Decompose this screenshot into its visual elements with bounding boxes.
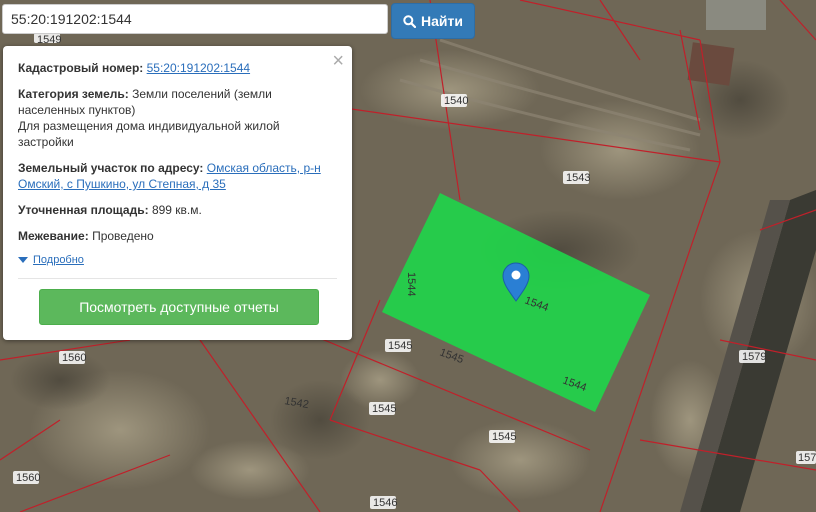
- svg-text:1579: 1579: [742, 351, 766, 363]
- svg-text:1560: 1560: [16, 472, 40, 484]
- parcel-info-popup: × Кадастровый номер: 55:20:191202:1544 К…: [3, 46, 352, 340]
- parcel-label-1579: 1579: [739, 350, 766, 363]
- cadastral-number-link[interactable]: 55:20:191202:1544: [147, 61, 250, 75]
- parcel-label-1545-a: 1545: [385, 339, 412, 352]
- search-input[interactable]: [2, 4, 388, 34]
- address-row: Земельный участок по адресу: Омская обла…: [18, 160, 337, 192]
- address-label: Земельный участок по адресу:: [18, 161, 204, 175]
- search-bar: Найти: [2, 3, 475, 39]
- parcel-label-1560-a: 1560: [59, 351, 86, 364]
- details-link[interactable]: Подробно: [33, 252, 84, 268]
- cadastral-number-row: Кадастровый номер: 55:20:191202:1544: [18, 60, 337, 76]
- popup-divider: [18, 278, 337, 279]
- view-reports-button[interactable]: Посмотреть доступные отчеты: [39, 289, 319, 325]
- svg-text:1543: 1543: [566, 172, 590, 184]
- cadastral-number-label: Кадастровый номер:: [18, 61, 144, 75]
- building: [687, 42, 735, 86]
- parcel-label-1560-b: 1560: [13, 471, 40, 484]
- area-value: 899 кв.м.: [151, 203, 202, 217]
- svg-text:1544: 1544: [405, 272, 417, 296]
- parcel-label-1545-c: 1545: [369, 402, 396, 415]
- details-toggle[interactable]: Подробно: [18, 252, 337, 268]
- parcel-label-1545-d: 1545: [489, 430, 516, 443]
- survey-row: Межевание: Проведено: [18, 228, 337, 244]
- svg-text:1540: 1540: [444, 95, 468, 107]
- search-icon: [403, 14, 417, 28]
- svg-text:1545: 1545: [372, 403, 396, 415]
- search-button[interactable]: Найти: [391, 3, 475, 39]
- parcel-label-1546: 1546: [370, 496, 397, 509]
- parcel-label-157: 157: [796, 451, 816, 464]
- area-label: Уточненная площадь:: [18, 203, 149, 217]
- svg-text:1545: 1545: [492, 431, 516, 443]
- svg-text:1546: 1546: [373, 497, 397, 509]
- parcel-label-1543: 1543: [563, 171, 590, 184]
- land-category-label: Категория земель:: [18, 87, 129, 101]
- svg-text:157: 157: [798, 452, 816, 464]
- parcel-label-1540: 1540: [441, 94, 468, 107]
- survey-label: Межевание:: [18, 229, 89, 243]
- caret-down-icon: [18, 257, 28, 263]
- svg-text:1545: 1545: [388, 340, 412, 352]
- svg-text:1560: 1560: [62, 352, 86, 364]
- building-roof: [706, 0, 766, 30]
- area-row: Уточненная площадь: 899 кв.м.: [18, 202, 337, 218]
- search-button-label: Найти: [421, 13, 463, 29]
- close-icon[interactable]: ×: [332, 51, 344, 71]
- land-purpose: Для размещения дома индивидуальной жилой…: [18, 119, 280, 149]
- parcel-label-1544-side: 1544: [405, 272, 417, 296]
- survey-value: Проведено: [92, 229, 154, 243]
- land-category-row: Категория земель: Земли поселений (земли…: [18, 86, 337, 150]
